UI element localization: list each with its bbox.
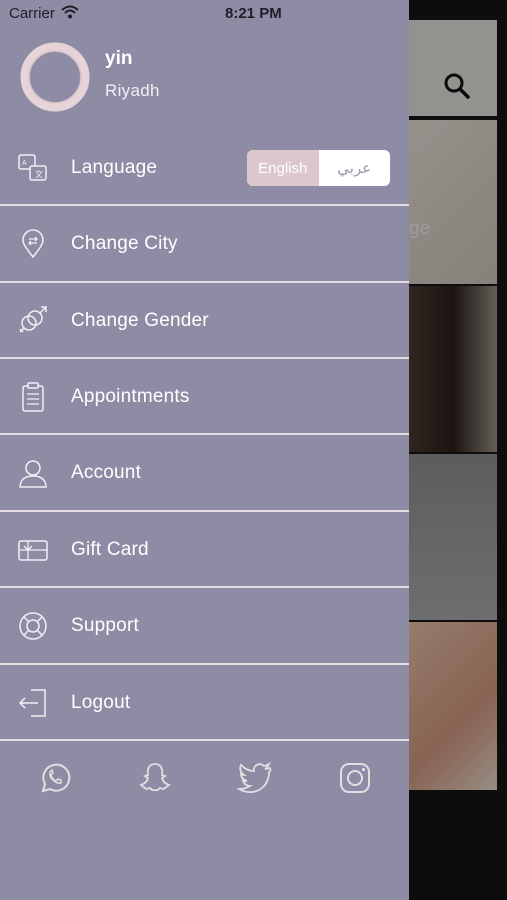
location-pin-icon bbox=[22, 229, 44, 259]
carrier-label: Carrier bbox=[9, 5, 55, 22]
language-option-english[interactable]: English bbox=[247, 150, 319, 186]
lifebuoy-icon bbox=[19, 612, 47, 640]
menu-label-account: Account bbox=[71, 462, 142, 483]
menu-item-account[interactable]: Account bbox=[0, 435, 409, 511]
profile-city: Riyadh bbox=[105, 81, 160, 100]
menu-item-support[interactable]: Support bbox=[0, 588, 409, 664]
svg-text:文: 文 bbox=[35, 169, 43, 179]
instagram-icon[interactable] bbox=[337, 760, 373, 796]
menu-label-gift-card: Gift Card bbox=[71, 539, 149, 560]
user-icon bbox=[19, 460, 47, 488]
logout-icon bbox=[18, 689, 46, 717]
profile-name: yin bbox=[105, 48, 133, 69]
translate-icon: A 文 bbox=[18, 154, 47, 181]
menu-label-change-gender: Change Gender bbox=[71, 310, 209, 331]
svg-text:A: A bbox=[22, 160, 27, 167]
side-drawer: Carrier 8:21 PM yin Riyadh A 文 Language … bbox=[0, 0, 409, 900]
menu-label-logout: Logout bbox=[71, 692, 131, 713]
snapchat-icon[interactable] bbox=[137, 760, 173, 796]
divider bbox=[0, 739, 409, 741]
clipboard-icon bbox=[22, 382, 44, 412]
menu-item-appointments[interactable]: Appointments bbox=[0, 359, 409, 435]
twitter-icon[interactable] bbox=[237, 760, 273, 796]
menu-label-support: Support bbox=[71, 615, 139, 636]
language-option-arabic[interactable]: عربي bbox=[318, 150, 390, 186]
avatar[interactable] bbox=[19, 41, 91, 113]
menu-item-change-city[interactable]: Change City bbox=[0, 206, 409, 282]
menu-label-appointments: Appointments bbox=[71, 386, 190, 407]
status-time: 8:21 PM bbox=[225, 5, 282, 22]
whatsapp-icon[interactable] bbox=[37, 760, 73, 796]
gift-card-icon bbox=[18, 540, 48, 561]
dim-overlay[interactable] bbox=[409, 0, 507, 900]
menu-item-change-gender[interactable]: Change Gender bbox=[0, 283, 409, 359]
language-toggle[interactable]: English عربي bbox=[247, 150, 390, 186]
menu-item-gift-card[interactable]: Gift Card bbox=[0, 512, 409, 588]
wifi-icon bbox=[61, 5, 79, 19]
gender-icon bbox=[19, 306, 47, 333]
background-app: ge bbox=[409, 0, 507, 900]
profile-header[interactable]: yin Riyadh bbox=[0, 36, 409, 116]
menu-label-change-city: Change City bbox=[71, 233, 178, 254]
status-bar: Carrier 8:21 PM bbox=[0, 0, 409, 28]
menu-item-logout[interactable]: Logout bbox=[0, 665, 409, 741]
menu-label-language: Language bbox=[71, 157, 158, 178]
